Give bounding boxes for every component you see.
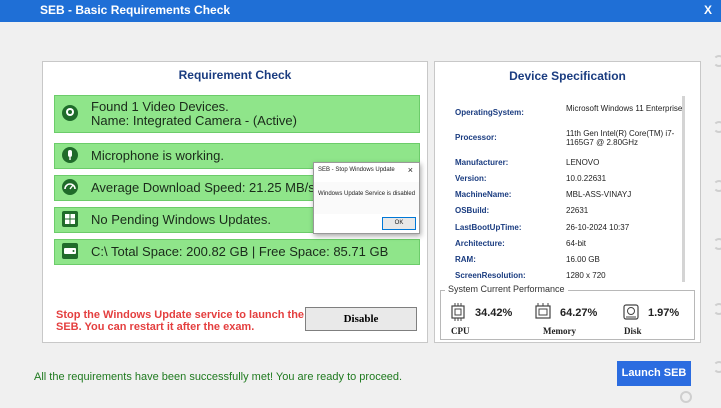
status-message: All the requirements have been successfu… xyxy=(34,371,403,383)
disable-button[interactable]: Disable xyxy=(305,307,417,331)
dialog-ok-button[interactable]: OK xyxy=(382,217,416,230)
spec-value: 64-bit xyxy=(566,239,587,248)
decorative-ring xyxy=(713,303,721,315)
windows-update-icon xyxy=(62,211,78,227)
device-specification-panel: Device Specification OperatingSystem: Mi… xyxy=(434,61,701,343)
requirement-item-disk-space: C:\ Total Space: 200.82 GB | Free Space:… xyxy=(54,239,420,265)
spec-value: 16.00 GB xyxy=(566,255,600,264)
spec-key: Version: xyxy=(455,174,487,183)
microphone-icon xyxy=(62,147,78,163)
spec-value: 26-10-2024 10:37 xyxy=(566,223,630,232)
spec-key: OSBuild: xyxy=(455,206,490,215)
spec-value: 11th Gen Intel(R) Core(TM) i7-1165G7 @ 2… xyxy=(566,129,675,147)
spec-key: Architecture: xyxy=(455,239,505,248)
spec-scrollbar[interactable] xyxy=(682,96,685,282)
update-warning-text: Stop the Windows Update service to launc… xyxy=(56,309,305,333)
decorative-ring xyxy=(713,55,721,67)
stop-windows-update-dialog: SEB - Stop Windows Update × Windows Upda… xyxy=(313,162,420,234)
spec-key: Processor: xyxy=(455,133,497,142)
decorative-ring xyxy=(713,180,721,192)
cpu-label: CPU xyxy=(451,326,470,336)
spec-key: LastBootUpTime: xyxy=(455,223,522,232)
requirement-check-title: Requirement Check xyxy=(178,68,292,82)
dialog-body: Windows Update Service is disabled xyxy=(314,182,419,214)
dialog-title: SEB - Stop Windows Update xyxy=(318,167,395,173)
cpu-value: 34.42% xyxy=(475,307,513,319)
decorative-ring xyxy=(713,361,721,373)
close-button[interactable]: X xyxy=(704,3,712,17)
cpu-icon xyxy=(451,303,465,321)
window-title: SEB - Basic Requirements Check xyxy=(40,3,231,17)
disk-value: 1.97% xyxy=(648,307,680,319)
camera-line1: Found 1 Video Devices. xyxy=(91,99,229,114)
spec-value: 22631 xyxy=(566,206,589,215)
dialog-close-button[interactable]: × xyxy=(408,165,413,175)
spec-key: RAM: xyxy=(455,255,476,264)
memory-icon xyxy=(535,303,551,319)
camera-icon xyxy=(62,105,78,121)
spec-key: Manufacturer: xyxy=(455,158,509,167)
spec-key: MachineName: xyxy=(455,190,512,199)
decorative-ring xyxy=(713,121,721,133)
decorative-ring xyxy=(713,238,721,250)
spec-value: 10.0.22631 xyxy=(566,174,607,183)
spec-value: Microsoft Windows 11 Enterprise xyxy=(566,104,683,113)
speedometer-icon xyxy=(62,179,78,195)
memory-label: Memory xyxy=(543,326,576,336)
microphone-text: Microphone is working. xyxy=(91,148,224,163)
requirement-item-camera: Found 1 Video Devices. Name: Integrated … xyxy=(54,95,420,133)
disk-usage-icon xyxy=(623,304,639,320)
device-specification-title: Device Specification xyxy=(509,69,626,83)
spec-value: LENOVO xyxy=(566,158,600,167)
camera-line2: Name: Integrated Camera - (Active) xyxy=(91,113,297,128)
launch-seb-button[interactable]: Launch SEB xyxy=(617,361,691,386)
spec-value: MBL-ASS-VINAYJ xyxy=(566,190,632,199)
performance-legend: System Current Performance xyxy=(445,284,568,294)
disk-icon xyxy=(62,243,78,259)
disk-label: Disk xyxy=(624,326,642,336)
title-bar: SEB - Basic Requirements Check X xyxy=(0,0,721,22)
decorative-ring xyxy=(680,391,692,403)
spec-key: OperatingSystem: xyxy=(455,108,524,117)
download-speed-text: Average Download Speed: 21.25 MB/s xyxy=(91,180,315,195)
disk-space-text: C:\ Total Space: 200.82 GB | Free Space:… xyxy=(91,244,389,259)
spec-key: ScreenResolution: xyxy=(455,271,526,280)
dialog-message: Windows Update Service is disabled xyxy=(318,191,416,197)
memory-value: 64.27% xyxy=(560,307,598,319)
spec-value: 1280 x 720 xyxy=(566,271,606,280)
system-performance-group: System Current Performance 34.42% CPU 64… xyxy=(440,284,695,340)
windows-update-text: No Pending Windows Updates. xyxy=(91,212,271,227)
